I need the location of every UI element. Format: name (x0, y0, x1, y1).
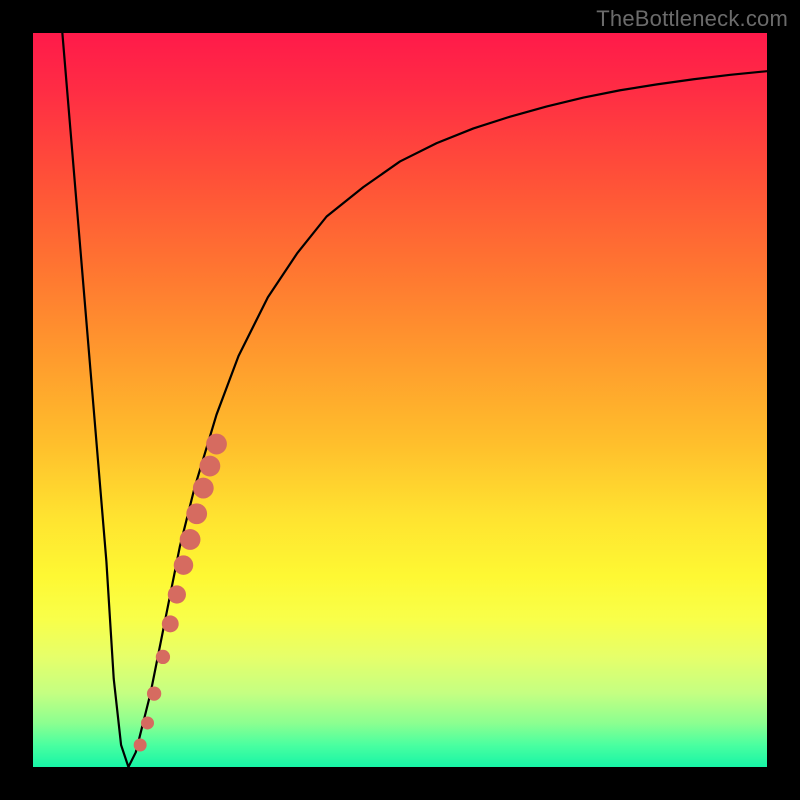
curve-dot (180, 529, 201, 550)
chart-svg (33, 33, 767, 767)
plot-area (33, 33, 767, 767)
watermark-text: TheBottleneck.com (596, 6, 788, 32)
curve-dot (199, 456, 220, 477)
curve-dot (168, 585, 186, 603)
curve-dot (147, 686, 161, 700)
chart-frame: TheBottleneck.com (0, 0, 800, 800)
curve-dot (141, 716, 154, 729)
curve-dot (206, 434, 227, 455)
curve-dot (156, 650, 170, 664)
curve-dot (162, 615, 179, 632)
curve-dot (134, 738, 147, 751)
curve-dot (193, 478, 214, 499)
curve-dot (186, 503, 207, 524)
curve-dot (174, 555, 194, 575)
